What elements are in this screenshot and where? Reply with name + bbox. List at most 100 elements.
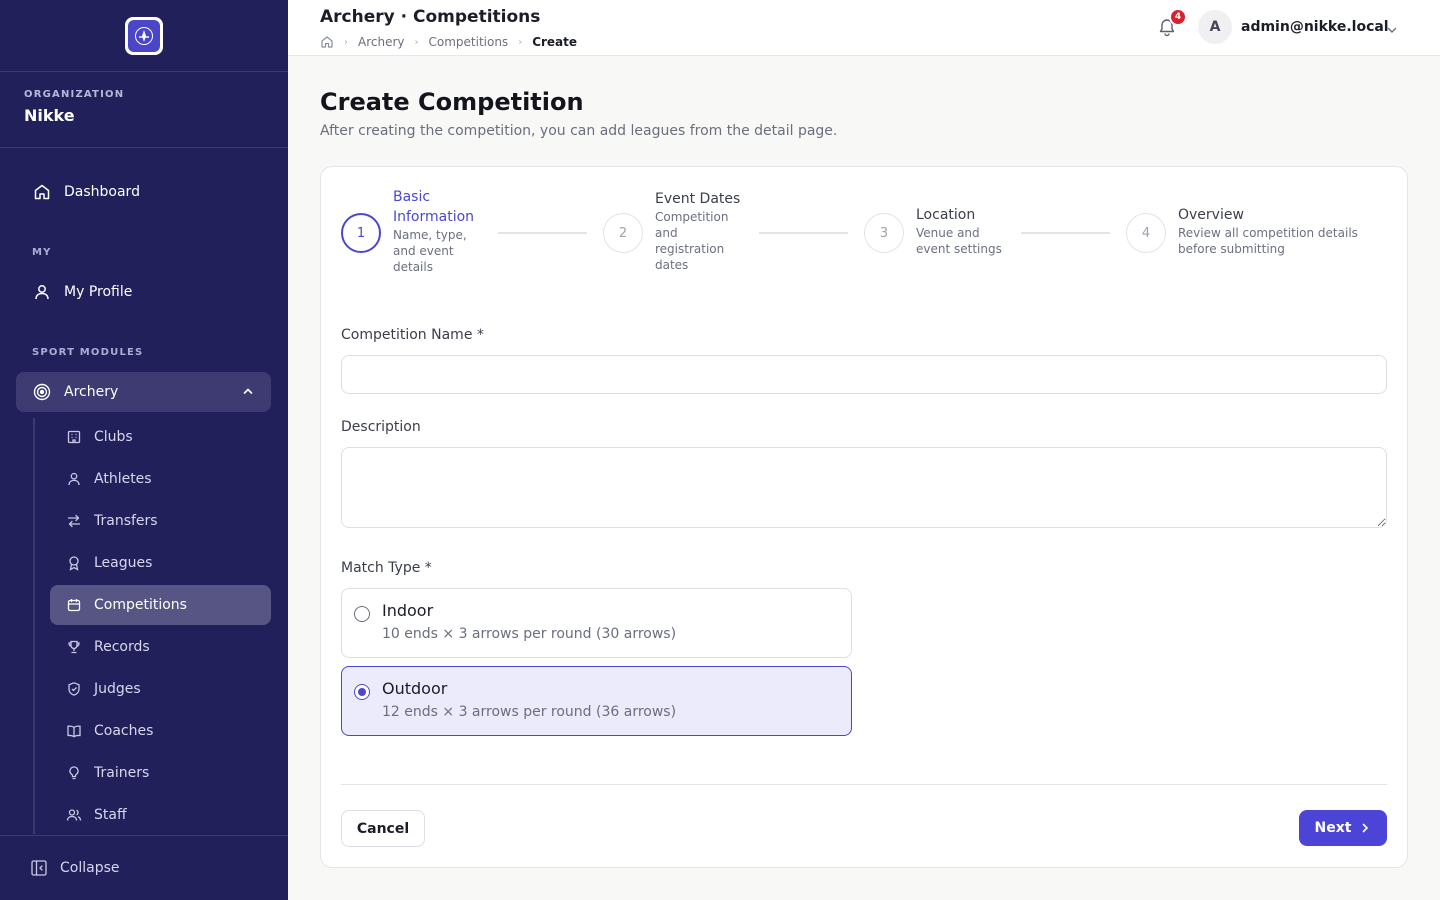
step-2-circle[interactable]: 2 (603, 213, 643, 253)
lightbulb-icon (66, 765, 82, 781)
match-type-option-indoor[interactable]: Indoor 10 ends × 3 arrows per round (30 … (341, 588, 852, 658)
step-4-circle[interactable]: 4 (1126, 213, 1166, 253)
competition-name-label: Competition Name * (341, 327, 484, 343)
shield-icon (66, 681, 82, 697)
step-4-desc: Review all competition details before su… (1178, 226, 1358, 256)
sidebar-item-leagues[interactable]: Leagues (50, 543, 271, 583)
target-icon (32, 382, 52, 402)
step-1[interactable]: Basic Information Name, type, and event … (393, 187, 493, 275)
step-connector (759, 232, 848, 234)
next-button[interactable]: Next (1299, 810, 1387, 846)
sidebar-item-trainers[interactable]: Trainers (50, 753, 271, 793)
step-3-circle[interactable]: 3 (864, 213, 904, 253)
award-icon (66, 555, 82, 571)
sidebar-item-coaches[interactable]: Coaches (50, 711, 271, 751)
breadcrumb-current: Create (532, 35, 578, 49)
divider (341, 784, 1387, 785)
description-label: Description (341, 419, 421, 435)
sidebar-item-clubs[interactable]: Clubs (50, 417, 271, 457)
step-1-desc: Name, type, and event details (393, 228, 467, 274)
sidebar-item-label: Athletes (94, 471, 152, 487)
option-title: Outdoor (382, 679, 448, 698)
sidebar-item-label: Trainers (94, 765, 150, 781)
organization-name: Nikke (24, 106, 75, 125)
logo-area (0, 0, 288, 72)
step-3-title: Location (916, 207, 976, 223)
option-desc: 10 ends × 3 arrows per round (30 arrows) (382, 626, 677, 642)
sidebar-item-label: Dashboard (64, 184, 140, 200)
sidebar-item-label: Clubs (94, 429, 133, 445)
sidebar-item-transfers[interactable]: Transfers (50, 501, 271, 541)
step-4-title: Overview (1178, 207, 1244, 223)
sidebar-item-label: Coaches (94, 723, 154, 739)
sidebar-collapse-icon (30, 859, 48, 877)
chevron-down-icon[interactable] (1386, 21, 1398, 40)
building-icon (66, 429, 82, 445)
sidebar-item-label: Judges (94, 681, 141, 697)
step-2-desc: Competition and registration dates (655, 210, 729, 272)
cancel-button[interactable]: Cancel (341, 810, 425, 847)
sidebar-item-label: Leagues (94, 555, 153, 571)
user-icon (32, 282, 52, 302)
step-1-circle[interactable]: 1 (341, 213, 381, 253)
breadcrumb-archery[interactable]: Archery (358, 35, 405, 49)
step-4[interactable]: Overview Review all competition details … (1178, 205, 1378, 257)
section-label-my: MY (32, 247, 52, 258)
sidebar-item-label: My Profile (64, 284, 133, 300)
sidebar-item-competitions[interactable]: Competitions (50, 585, 271, 625)
sidebar-item-judges[interactable]: Judges (50, 669, 271, 709)
organization-block: ORGANIZATION Nikke (0, 72, 288, 148)
avatar[interactable]: A (1198, 10, 1232, 44)
submenu-guide-line (33, 418, 35, 834)
breadcrumb-competitions[interactable]: Competitions (429, 35, 509, 49)
next-button-label: Next (1314, 820, 1352, 836)
sidebar-item-athletes[interactable]: Athletes (50, 459, 271, 499)
logo[interactable] (125, 16, 163, 55)
calendar-icon (66, 597, 82, 613)
create-competition-card: 1 Basic Information Name, type, and even… (320, 166, 1408, 868)
description-textarea[interactable] (341, 447, 1387, 528)
sidebar-item-label: Records (94, 639, 150, 655)
notification-badge: 4 (1169, 8, 1187, 26)
archery-logo-icon (128, 19, 160, 52)
trophy-icon (66, 639, 82, 655)
step-connector (498, 232, 587, 234)
step-2[interactable]: Event Dates Competition and registration… (655, 189, 745, 273)
sidebar-item-staff[interactable]: Staff (50, 795, 271, 835)
top-header: Archery · Competitions › Archery › Compe… (288, 0, 1440, 56)
breadcrumb-separator-icon: › (414, 36, 419, 48)
sidebar-item-label: Transfers (94, 513, 158, 529)
collapse-button[interactable]: Collapse (0, 835, 288, 900)
chevron-up-icon (241, 384, 255, 402)
organization-label: ORGANIZATION (24, 89, 125, 100)
section-label-sport-modules: SPORT MODULES (32, 347, 144, 358)
sidebar-item-archery[interactable]: Archery (16, 372, 271, 412)
sidebar-item-my-profile[interactable]: My Profile (16, 272, 271, 312)
arrows-swap-icon (66, 513, 82, 529)
step-connector (1021, 232, 1110, 234)
collapse-label: Collapse (60, 860, 120, 876)
user-icon (66, 471, 82, 487)
competition-name-input[interactable] (341, 355, 1387, 394)
page-title: Create Competition (320, 88, 584, 116)
sidebar-item-label: Staff (94, 807, 127, 823)
step-2-title: Event Dates (655, 191, 741, 207)
match-type-option-outdoor[interactable]: Outdoor 12 ends × 3 arrows per round (36… (341, 666, 852, 736)
sidebar-item-label: Archery (64, 384, 119, 400)
match-type-label: Match Type * (341, 560, 432, 576)
sidebar-item-label: Competitions (94, 597, 187, 613)
step-3[interactable]: Location Venue and event settings (916, 205, 1016, 257)
breadcrumb: › Archery › Competitions › Create (320, 35, 577, 49)
option-desc: 12 ends × 3 arrows per round (36 arrows) (382, 704, 677, 720)
option-title: Indoor (382, 601, 434, 620)
sidebar-item-records[interactable]: Records (50, 627, 271, 667)
user-email[interactable]: admin@nikke.local (1241, 19, 1389, 35)
radio-outdoor[interactable] (354, 684, 370, 700)
radio-indoor[interactable] (354, 606, 370, 622)
home-icon[interactable] (320, 35, 334, 49)
step-1-title: Basic Information (393, 189, 475, 225)
sidebar: ORGANIZATION Nikke Dashboard MY My Profi… (0, 0, 288, 900)
book-open-icon (66, 723, 82, 739)
sidebar-item-dashboard[interactable]: Dashboard (16, 172, 271, 212)
page-subtitle: After creating the competition, you can … (320, 123, 838, 139)
